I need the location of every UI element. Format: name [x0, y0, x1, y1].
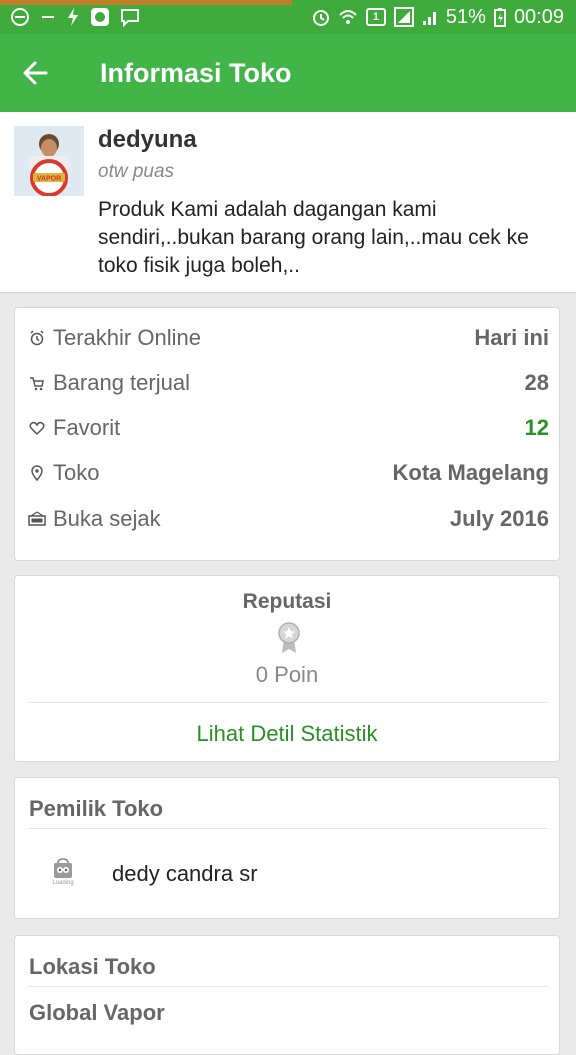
shop-avatar[interactable]: VAPOR — [14, 126, 84, 196]
minus-icon — [40, 7, 56, 27]
info-row-last-online: Terakhir Online Hari ini — [15, 318, 561, 358]
shop-location-card: Lokasi Toko Global Vapor — [14, 935, 560, 1055]
info-value: 12 — [524, 415, 549, 440]
view-statistics-link[interactable]: Lihat Detil Statistik — [15, 721, 559, 747]
medal-icon — [278, 622, 300, 653]
back-button[interactable] — [0, 34, 70, 112]
chat-icon — [120, 7, 140, 27]
shop-profile: VAPOR dedyuna otw puas Produk Kami adala… — [0, 112, 576, 293]
avatar-logo-text: VAPOR — [37, 176, 61, 183]
battery-percent: 51% — [445, 5, 486, 28]
alarm-clock-icon — [27, 328, 47, 348]
location-pin-icon — [27, 463, 47, 483]
status-accent-line — [0, 0, 292, 5]
battery-charging-icon — [493, 7, 506, 27]
arrow-back-icon — [23, 61, 48, 85]
status-left-icons — [0, 7, 140, 27]
sim-indicator: 1 — [365, 8, 386, 26]
info-row-open-since: Buka sejak July 2016 — [15, 499, 561, 539]
location-section-title: Lokasi Toko — [29, 954, 156, 979]
info-row-items-sold: Barang terjual 28 — [15, 363, 561, 403]
signal-bars-icon — [422, 7, 438, 27]
info-label: Barang terjual — [53, 370, 190, 395]
clock: 00:09 — [513, 5, 564, 28]
tokopedia-bag-icon — [54, 858, 72, 878]
shop-name: dedyuna — [98, 126, 197, 153]
info-label: Favorit — [53, 415, 121, 440]
divider — [29, 702, 547, 703]
do-not-disturb-icon — [10, 7, 30, 27]
alarm-icon — [312, 7, 330, 27]
divider — [29, 828, 547, 829]
info-value: Kota Magelang — [392, 460, 549, 485]
owner-section-title: Pemilik Toko — [29, 796, 164, 821]
reputation-card: Reputasi 0 Poin Lihat Detil Statistik — [14, 575, 560, 762]
info-label: Terakhir Online — [53, 325, 201, 350]
info-row-location: Toko Kota Magelang — [15, 453, 561, 493]
app-toolbar: Informasi Toko — [0, 34, 576, 112]
info-value: July 2016 — [449, 506, 549, 531]
signal-icon — [393, 7, 414, 27]
cart-icon — [27, 373, 47, 393]
shop-description: Produk Kami adalah dagangan kami sendiri… — [98, 198, 529, 277]
flash-icon — [66, 7, 80, 27]
info-value: 28 — [524, 370, 549, 395]
heart-icon — [27, 418, 47, 438]
shop-tagline: otw puas — [98, 161, 175, 182]
info-value: Hari ini — [474, 325, 549, 350]
status-bar: 1 51% 00:09 — [0, 0, 576, 34]
info-label: Buka sejak — [53, 506, 161, 531]
owner-name[interactable]: dedy candra sr — [112, 861, 258, 887]
reputation-points: 0 Poin — [255, 662, 319, 687]
reputation-title: Reputasi — [242, 590, 332, 613]
owner-avatar[interactable]: Loading — [49, 858, 77, 888]
owner-avatar-caption: Loading — [52, 880, 74, 886]
open-sign-icon — [27, 509, 47, 529]
info-label: Toko — [53, 460, 100, 485]
tokopedia-notification-icon — [90, 7, 110, 27]
divider — [29, 986, 547, 987]
info-row-favorites: Favorit 12 — [15, 408, 561, 448]
shop-info-card: Terakhir Online Hari ini Barang terjual … — [14, 307, 560, 561]
page-title: Informasi Toko — [100, 57, 292, 88]
shop-owner-card: Pemilik Toko Loading dedy candra sr — [14, 777, 560, 919]
status-right-icons: 1 51% 00:09 — [312, 6, 576, 29]
location-name: Global Vapor — [29, 1000, 165, 1025]
wifi-icon — [338, 7, 358, 27]
